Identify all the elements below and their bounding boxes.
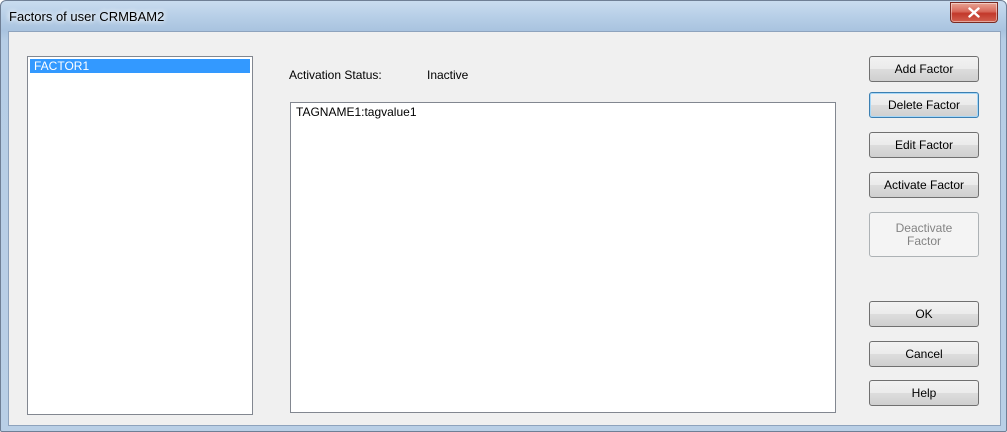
window-title: Factors of user CRMBAM2: [9, 9, 165, 24]
factors-dialog: Factors of user CRMBAM2 FACTOR1 Activati…: [0, 0, 1007, 432]
add-factor-button[interactable]: Add Factor: [869, 56, 979, 82]
close-icon: [968, 7, 980, 18]
delete-factor-button[interactable]: Delete Factor: [869, 92, 979, 118]
close-button[interactable]: [950, 2, 998, 23]
deactivate-factor-button[interactable]: Deactivate Factor: [869, 212, 979, 257]
dialog-client-area: FACTOR1 Activation Status: Inactive TAGN…: [8, 31, 1001, 426]
title-bar[interactable]: Factors of user CRMBAM2: [1, 1, 1006, 31]
deactivate-factor-label-line2: Factor: [906, 233, 941, 248]
deactivate-factor-label-line1: Deactivate: [895, 220, 953, 235]
activation-status-value: Inactive: [427, 68, 469, 82]
cancel-button[interactable]: Cancel: [869, 341, 979, 367]
edit-factor-button[interactable]: Edit Factor: [869, 132, 979, 158]
factor-tags-box[interactable]: TAGNAME1:tagvalue1: [290, 102, 836, 413]
help-button[interactable]: Help: [869, 380, 979, 406]
activation-status-label: Activation Status:: [289, 68, 382, 82]
factor-list[interactable]: FACTOR1: [27, 56, 253, 415]
ok-button[interactable]: OK: [869, 301, 979, 327]
factor-list-item[interactable]: FACTOR1: [30, 59, 250, 73]
tag-entry: TAGNAME1:tagvalue1: [296, 105, 417, 119]
activate-factor-button[interactable]: Activate Factor: [869, 172, 979, 198]
